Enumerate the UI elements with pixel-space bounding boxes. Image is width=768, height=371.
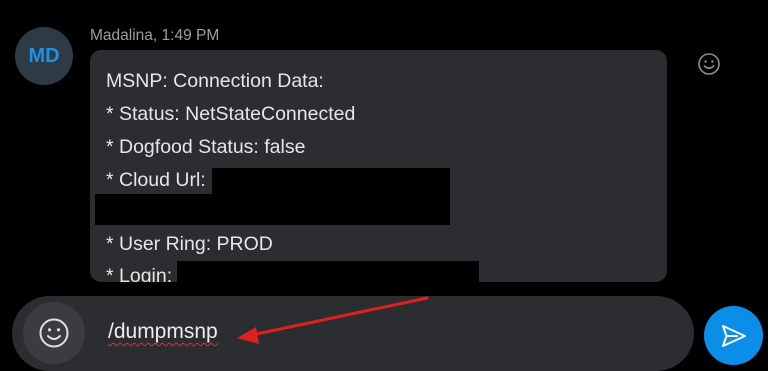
- message-line-title: MSNP: Connection Data:: [106, 70, 324, 92]
- redaction-block: [177, 261, 479, 282]
- emoji-button[interactable]: [23, 302, 85, 364]
- redaction-block: [95, 194, 450, 225]
- smiley-icon: [39, 318, 69, 348]
- message-line-user-ring: * User Ring: PROD: [106, 233, 273, 255]
- message-header: Madalina, 1:49 PM: [90, 27, 220, 44]
- sender-name: Madalina: [90, 27, 153, 44]
- message-input-text: /dumpmsnp: [108, 320, 218, 343]
- chat-window: MD Madalina, 1:49 PM MSNP: Connection Da…: [0, 0, 768, 371]
- smiley-icon[interactable]: [697, 52, 721, 76]
- message-line-status: * Status: NetStateConnected: [106, 103, 356, 125]
- avatar[interactable]: MD: [15, 27, 73, 85]
- message-composer: /dumpmsnp: [12, 296, 694, 371]
- message-bubble[interactable]: MSNP: Connection Data: * Status: NetStat…: [90, 50, 667, 282]
- send-button[interactable]: [704, 306, 763, 365]
- message-line-dogfood: * Dogfood Status: false: [106, 136, 306, 158]
- message-line-cloud-url: * Cloud Url:: [106, 169, 206, 191]
- paper-plane-icon: [721, 324, 746, 347]
- message-input[interactable]: /dumpmsnp: [108, 320, 218, 344]
- message-time: 1:49 PM: [161, 27, 220, 44]
- message-line-login: * Login:: [106, 265, 173, 282]
- redaction-block: [212, 168, 450, 196]
